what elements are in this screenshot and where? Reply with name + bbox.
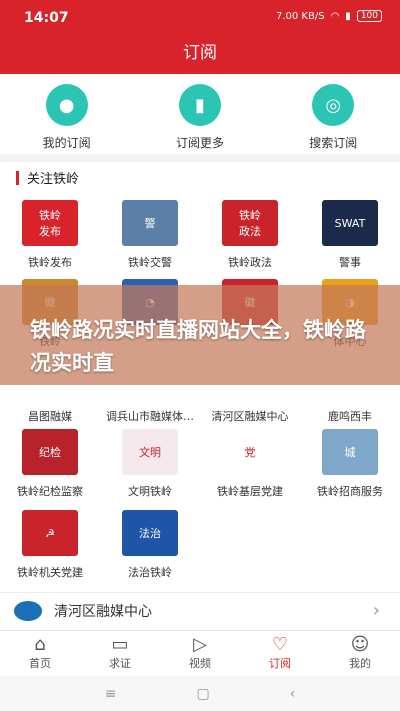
station-logo: [14, 600, 42, 621]
tab-label: 我的: [349, 657, 371, 670]
network-speed: 7.00 KB/S: [275, 10, 325, 22]
status-time: 14:07: [24, 10, 69, 26]
signal-icon: ▮: [345, 10, 351, 22]
channel-label: 警事: [339, 256, 361, 269]
channel-label: 铁岭基层党建: [217, 485, 283, 498]
subscription-item[interactable]: ☭ 铁岭机关党建: [0, 510, 100, 580]
system-nav-bar: ≡ ▢ ‹: [0, 676, 400, 711]
quick-search-subscription[interactable]: ◎ 搜索订阅: [267, 74, 400, 154]
back-icon[interactable]: ‹: [290, 686, 296, 702]
section-title: 关注铁岭: [27, 172, 80, 187]
quick-label: 订阅更多: [175, 136, 224, 150]
tab-label: 首页: [29, 657, 51, 670]
channel-label: 铁岭机关党建: [17, 566, 83, 579]
channel-logo: 警: [122, 200, 178, 246]
quick-actions: ● 我的订阅 ▮ 订阅更多 ◎ 搜索订阅: [0, 74, 400, 154]
channel-logo: 纪检: [22, 429, 78, 475]
channel-label: 昌图融媒: [28, 410, 72, 423]
heart-plus-icon: ♡: [271, 634, 289, 655]
tab-label: 求证: [109, 657, 131, 670]
search-icon: ◎: [312, 84, 355, 126]
home-button-icon[interactable]: ▢: [196, 686, 209, 702]
channel-logo: ☭: [22, 510, 78, 556]
user-icon: ●: [45, 84, 88, 126]
quick-more-subscription[interactable]: ▮ 订阅更多: [133, 74, 266, 154]
channel-label: 铁岭交警: [128, 256, 172, 269]
channel-logo: 城: [322, 429, 378, 475]
channel-label: 铁岭发布: [28, 256, 72, 269]
quick-label: 我的订阅: [42, 136, 91, 150]
channel-logo: 文明: [122, 429, 178, 475]
tab-person[interactable]: ☺ 我的: [320, 631, 400, 676]
bottom-tab-bar: ⌂ 首页 ▭ 求证 ▷ 视频 ♡ 订阅 ☺ 我的: [0, 630, 400, 676]
chat-icon: ▭: [111, 634, 129, 655]
channel-logo: 法治: [122, 510, 178, 556]
app-screen: 14:07 7.00 KB/S ◠ ▮ 100 订阅 ● 我的订阅 ▮ 订阅更多…: [0, 0, 400, 711]
tab-chat[interactable]: ▭ 求证: [80, 631, 160, 676]
channel-logo: SWAT: [322, 200, 378, 246]
station-bar[interactable]: 清河区融媒中心 ›: [0, 592, 400, 628]
quick-my-subscription[interactable]: ● 我的订阅: [0, 74, 133, 154]
channel-label: 文明铁岭: [128, 485, 172, 498]
tab-label: 视频: [189, 657, 211, 670]
subscription-item[interactable]: 法治 法治铁岭: [100, 510, 200, 580]
home-icon: ⌂: [34, 634, 46, 655]
status-icons: 7.00 KB/S ◠ ▮ 100: [276, 10, 382, 22]
channel-label: 清河区融媒中心: [211, 410, 289, 423]
channel-label: 法治铁岭: [128, 566, 172, 579]
channel-label: 调兵山市融媒体…: [106, 410, 194, 423]
overlay-text: 铁岭路况实时直播网站大全，铁岭路况实时直: [30, 318, 366, 375]
wifi-icon: ◠: [330, 10, 340, 22]
channel-label: 铁岭招商服务: [317, 485, 383, 498]
subscription-item[interactable]: 城铁岭招商服务: [300, 429, 400, 499]
chevron-right-icon: ›: [372, 600, 380, 621]
channel-logo: 铁岭 发布: [22, 200, 78, 246]
channel-logo: 党: [222, 429, 278, 475]
section-accent-bar: [16, 170, 19, 185]
subscription-item[interactable]: 铁岭 政法 铁岭政法: [200, 200, 300, 270]
channel-logo: 铁岭 政法: [222, 200, 278, 246]
top-bar: 14:07 7.00 KB/S ◠ ▮ 100 订阅: [0, 0, 400, 74]
channel-label: 铁岭政法: [228, 256, 272, 269]
section-header: 关注铁岭: [16, 168, 79, 187]
divider: [0, 154, 400, 162]
play-icon: ▷: [193, 634, 207, 655]
battery-icon: 100: [356, 10, 382, 22]
tab-play[interactable]: ▷ 视频: [160, 631, 240, 676]
tab-label: 订阅: [269, 657, 291, 670]
channel-label: 铁岭纪检监察: [17, 485, 83, 498]
subscription-item[interactable]: 警铁岭交警: [100, 200, 200, 270]
subscription-item[interactable]: SWAT 警事: [300, 200, 400, 270]
subscription-item[interactable]: 党铁岭基层党建: [200, 429, 300, 499]
station-name: 清河区融媒中心: [54, 603, 152, 620]
subscription-item[interactable]: 文明 文明铁岭: [100, 429, 200, 499]
channel-label: 鹿鸣西丰: [328, 410, 372, 423]
bookmark-icon: ▮: [178, 84, 221, 126]
page-title: 订阅: [183, 43, 217, 63]
person-icon: ☺: [350, 634, 370, 655]
tab-heart-plus[interactable]: ♡ 订阅: [240, 631, 320, 676]
tab-home[interactable]: ⌂ 首页: [0, 631, 80, 676]
subscription-item[interactable]: 铁岭 发布 铁岭发布: [0, 200, 100, 270]
subscription-item[interactable]: 纪检 铁岭纪检监察: [0, 429, 100, 499]
menu-icon[interactable]: ≡: [105, 686, 117, 702]
quick-label: 搜索订阅: [309, 136, 358, 150]
